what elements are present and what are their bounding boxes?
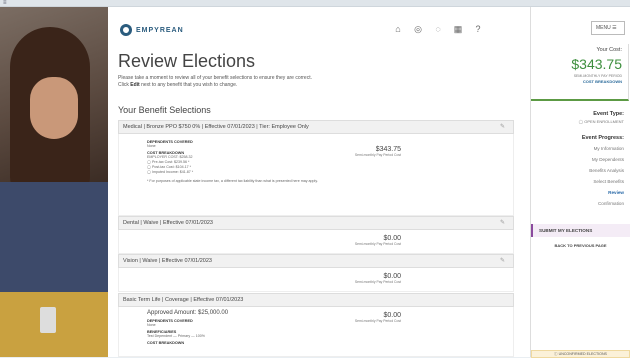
vision-per-period: Semi-monthly Pay Period Cost [354,280,401,284]
browser-top-strip: ≡ [0,0,630,7]
submit-elections-button[interactable]: SUBMIT MY ELECTIONS [531,224,630,237]
dental-body: $0.00 Semi-monthly Pay Period Cost [118,230,514,254]
hamburger-icon[interactable]: ≡ [3,0,7,7]
your-cost-panel: Your Cost: $343.75 SEMI-MONTHLY PAY PERI… [531,44,629,101]
vision-cost: $0.00 Semi-monthly Pay Period Cost [355,273,401,284]
vision-section: Vision | Waive | Effective 07/01/2023 ✎ … [118,254,514,292]
dependents-value: None [147,323,156,327]
medical-header-text: Medical | Bronze PPO $750 0% | Effective… [123,124,309,130]
sidebar: ⌂ ◎ ◌ ▦ ? MENU ☰ Your Cost: $343.75 SEMI… [395,7,630,358]
step-benefits-analysis[interactable]: Benefits Analysis [582,168,624,173]
intro-line-1: Please take a moment to review all of yo… [118,75,312,81]
beneficiaries-value: Test Dependent — Primary — 100% [147,334,205,338]
medical-details: DEPENDENTS COVERED None COST BREAKDOWN E… [147,140,377,184]
life-details: Approved Amount: $25,000.00 DEPENDENTS C… [147,310,377,345]
life-body: Approved Amount: $25,000.00 DEPENDENTS C… [118,307,514,357]
imputed-income: ◯ Imputed Income: $41.87 * [147,170,194,174]
dental-amount: $0.00 [383,235,401,242]
logo-icon [120,24,132,36]
medical-amount: $343.75 [375,146,401,153]
step-review[interactable]: Review [582,190,624,195]
menu-button[interactable]: MENU ☰ [591,21,625,35]
home-icon[interactable]: ⌂ [388,24,408,35]
dental-section: Dental | Waive | Effective 07/01/2023 ✎ … [118,216,514,254]
life-header: Basic Term Life | Coverage | Effective 0… [118,293,514,307]
your-cost-label: Your Cost: [596,47,622,53]
page-title: Review Elections [118,51,256,71]
back-to-previous-link[interactable]: BACK TO PREVIOUS PAGE [531,243,630,248]
hero-photo [0,7,108,357]
chat-icon[interactable]: ◌ [428,24,448,35]
dental-cost: $0.00 Semi-monthly Pay Period Cost [355,235,401,246]
tax-footnote: * For purposes of applicable state incom… [147,179,318,183]
life-cost: $0.00 Semi-monthly Pay Period Cost [355,312,401,323]
intro-edit-word: Edit [130,82,140,88]
your-cost-value: $343.75 [571,56,622,72]
vision-header-text: Vision | Waive | Effective 07/01/2023 [123,258,212,264]
event-progress: Event Progress: My Information My Depend… [582,135,624,212]
medical-header: Medical | Bronze PPO $750 0% | Effective… [118,120,514,134]
brand-name: EMPYREAN [136,26,184,34]
medical-cost: $343.75 Semi-monthly Pay Period Cost [355,146,401,157]
event-type-label: Event Type: [593,111,624,117]
intro-text: Please take a moment to review all of yo… [118,75,498,89]
vision-body: $0.00 Semi-monthly Pay Period Cost [118,268,514,292]
step-confirmation: Confirmation [597,201,624,206]
step-my-dependents[interactable]: My Dependents [582,157,624,162]
life-section: Basic Term Life | Coverage | Effective 0… [118,293,514,357]
step-select-benefits[interactable]: Select Benefits [582,179,624,184]
edit-pencil-icon[interactable]: ✎ [500,121,505,134]
intro-line-2: Click Edit next to any benefit that you … [118,82,498,89]
edit-pencil-icon[interactable]: ✎ [500,255,505,268]
selections-heading: Your Benefit Selections [118,105,211,115]
event-type-value: ◯ OPEN ENROLLMENT [578,119,624,124]
medical-section: Medical | Bronze PPO $750 0% | Effective… [118,120,514,216]
dependents-value: None [147,144,156,148]
photo-phone [40,307,56,333]
cost-breakdown-label: COST BREAKDOWN [147,341,185,345]
calculator-icon[interactable]: ▦ [448,24,468,35]
dental-per-period: Semi-monthly Pay Period Cost [354,242,401,246]
brand-logo[interactable]: EMPYREAN [120,24,184,36]
cost-breakdown-link[interactable]: COST BREAKDOWN [531,79,622,84]
event-type: Event Type: ◯ OPEN ENROLLMENT [579,111,624,124]
photo-face [30,77,78,139]
step-my-information[interactable]: My Information [582,146,624,151]
vision-amount: $0.00 [383,273,401,280]
main-content: EMPYREAN Review Elections Please take a … [108,7,530,357]
medical-body: DEPENDENTS COVERED None COST BREAKDOWN E… [118,134,514,216]
life-header-text: Basic Term Life | Coverage | Effective 0… [123,297,244,303]
help-icon[interactable]: ? [468,24,488,35]
approved-amount: Approved Amount: $25,000.00 [147,310,229,316]
header-icons: ⌂ ◎ ◌ ▦ ? [388,24,488,35]
edit-pencil-icon[interactable]: ✎ [500,217,505,230]
life-per-period: Semi-monthly Pay Period Cost [354,319,401,323]
intro-suffix: next to any benefit that you wish to cha… [139,82,238,88]
dental-header: Dental | Waive | Effective 07/01/2023 ✎ [118,216,514,230]
vision-header: Vision | Waive | Effective 07/01/2023 ✎ [118,254,514,268]
medical-per-period: Semi-monthly Pay Period Cost [354,153,401,157]
life-amount: $0.00 [383,312,401,319]
globe-icon[interactable]: ◎ [408,24,428,35]
pay-period-label: SEMI-MONTHLY PAY PERIOD [573,74,622,78]
dental-header-text: Dental | Waive | Effective 07/01/2023 [123,220,213,226]
intro-prefix: Click [118,82,131,88]
event-progress-label: Event Progress: [581,135,624,141]
